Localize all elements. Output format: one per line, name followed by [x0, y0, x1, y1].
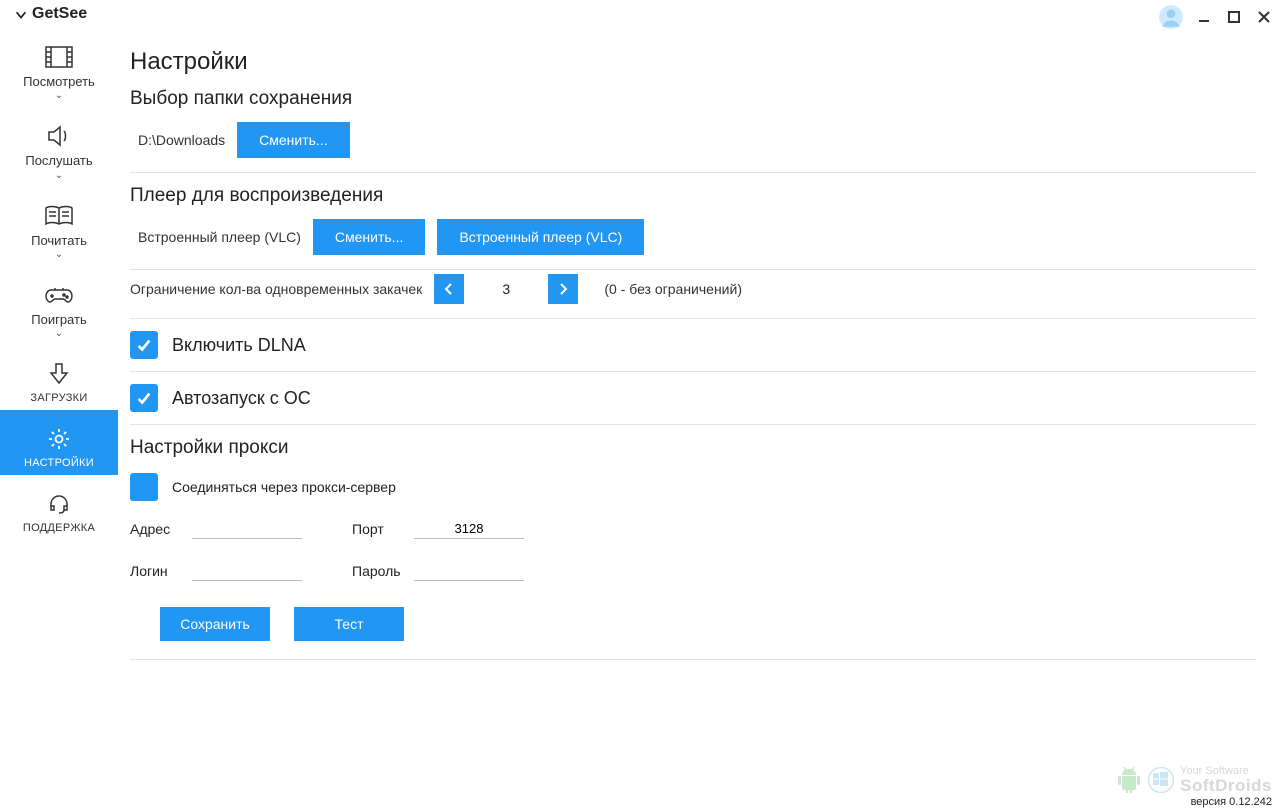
chevron-down-icon: ⌄	[55, 171, 63, 181]
gear-icon	[47, 424, 71, 454]
proxy-port-label: Порт	[352, 521, 404, 537]
sidebar-item-label: ПОДДЕРЖКА	[23, 522, 95, 534]
increment-button[interactable]	[548, 274, 578, 304]
footer-brand-line2: SoftDroids	[1180, 777, 1272, 794]
proxy-port-input[interactable]	[414, 519, 524, 539]
save-folder-path: D:\Downloads	[138, 132, 225, 148]
gamepad-icon	[44, 280, 74, 310]
proxy-address-label: Адрес	[130, 521, 182, 537]
proxy-password-input[interactable]	[414, 561, 524, 581]
minimize-button[interactable]	[1194, 7, 1214, 27]
change-player-button[interactable]: Сменить...	[313, 219, 425, 255]
title-bar: GetSee	[0, 0, 1280, 28]
proxy-password-label: Пароль	[352, 563, 404, 579]
page-title: Настройки	[130, 48, 1256, 76]
brand-arrow-icon	[14, 7, 28, 21]
decrement-button[interactable]	[434, 274, 464, 304]
sidebar-item-watch[interactable]: Посмотреть ⌄	[0, 28, 118, 107]
film-icon	[45, 42, 73, 72]
sidebar-item-settings[interactable]: НАСТРОЙКИ	[0, 410, 118, 475]
sidebar-item-support[interactable]: ПОДДЕРЖКА	[0, 475, 118, 540]
sidebar-item-listen[interactable]: Послушать ⌄	[0, 107, 118, 186]
proxy-test-button[interactable]: Тест	[294, 607, 404, 641]
settings-page: Настройки Выбор папки сохранения D:\Down…	[118, 28, 1280, 812]
autostart-checkbox[interactable]	[130, 384, 158, 412]
proxy-address-input[interactable]	[192, 519, 302, 539]
user-avatar-icon[interactable]	[1158, 4, 1184, 30]
headset-icon	[47, 489, 71, 519]
version-label: версия 0.12.242	[1191, 796, 1272, 808]
autostart-label: Автозапуск с ОС	[172, 388, 311, 409]
use-proxy-label: Соединяться через прокси-сервер	[172, 479, 396, 495]
proxy-heading: Настройки прокси	[130, 437, 1256, 459]
app-name: GetSee	[32, 5, 87, 23]
sidebar-item-label: ЗАГРУЗКИ	[30, 392, 87, 404]
app-brand: GetSee	[14, 5, 87, 23]
download-icon	[49, 359, 69, 389]
windows-icon	[1148, 767, 1174, 793]
chevron-down-icon: ⌄	[55, 329, 63, 339]
current-player-label: Встроенный плеер (VLC)	[138, 229, 301, 245]
close-button[interactable]	[1254, 7, 1274, 27]
sidebar-item-label: Поиграть	[31, 313, 86, 327]
sidebar-item-play[interactable]: Поиграть ⌄	[0, 266, 118, 345]
sidebar-item-label: Посмотреть	[23, 75, 95, 89]
change-folder-button[interactable]: Сменить...	[237, 122, 349, 158]
proxy-save-button[interactable]: Сохранить	[160, 607, 270, 641]
speaker-icon	[46, 121, 72, 151]
dlna-checkbox[interactable]	[130, 331, 158, 359]
proxy-login-label: Логин	[130, 563, 182, 579]
footer: Your Software SoftDroids версия 0.12.242	[1116, 766, 1272, 808]
sidebar-item-label: Послушать	[25, 154, 92, 168]
use-proxy-checkbox[interactable]	[130, 473, 158, 501]
dlna-label: Включить DLNA	[172, 335, 306, 356]
sidebar-item-downloads[interactable]: ЗАГРУЗКИ	[0, 345, 118, 410]
save-folder-heading: Выбор папки сохранения	[130, 88, 1256, 110]
android-icon	[1116, 766, 1142, 794]
download-limit-label: Ограничение кол-ва одновременных закачек	[130, 281, 422, 297]
download-limit-value: 3	[476, 281, 536, 297]
sidebar-item-label: Почитать	[31, 234, 87, 248]
chevron-down-icon: ⌄	[55, 91, 63, 101]
builtin-player-button[interactable]: Встроенный плеер (VLC)	[437, 219, 644, 255]
sidebar-item-label: НАСТРОЙКИ	[24, 457, 94, 469]
chevron-down-icon: ⌄	[55, 250, 63, 260]
book-icon	[44, 201, 74, 231]
sidebar: Посмотреть ⌄ Послушать ⌄ Почитать ⌄ Поиг…	[0, 28, 118, 812]
download-limit-hint: (0 - без ограничений)	[604, 281, 742, 297]
proxy-login-input[interactable]	[192, 561, 302, 581]
player-heading: Плеер для воспроизведения	[130, 185, 1256, 207]
maximize-button[interactable]	[1224, 7, 1244, 27]
sidebar-item-read[interactable]: Почитать ⌄	[0, 187, 118, 266]
